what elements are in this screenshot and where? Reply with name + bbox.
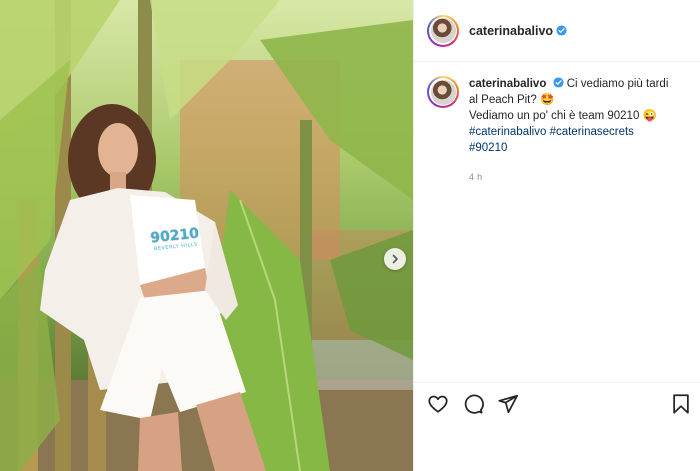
verified-badge-icon — [556, 25, 567, 36]
action-bar — [414, 382, 700, 426]
comment-icon[interactable] — [462, 393, 484, 415]
caption-username[interactable]: caterinabalivo — [469, 78, 546, 90]
caption-comment: caterinabalivo Ci vediamo più tardi al P… — [414, 62, 700, 185]
avatar[interactable] — [427, 14, 459, 47]
next-photo-button[interactable] — [384, 248, 406, 270]
caption-body: caterinabalivo Ci vediamo più tardi al P… — [469, 76, 669, 185]
photo-scene — [0, 0, 413, 471]
hashtag-link[interactable]: #caterinasecrets — [550, 126, 634, 138]
verified-badge-icon — [553, 77, 564, 88]
header-username[interactable]: caterinabalivo — [469, 24, 553, 38]
hashtag-link[interactable]: #caterinabalivo — [469, 126, 546, 138]
share-icon[interactable] — [497, 393, 519, 415]
post-timestamp[interactable]: 4 h — [469, 169, 669, 185]
caption-line-2: Vediamo un po' chi è team 90210 😜 — [469, 110, 657, 122]
instagram-post: 90210 BEVERLY HILLS caterinabalivo cater… — [0, 0, 700, 471]
chevron-right-icon — [392, 254, 398, 264]
post-side-panel: caterinabalivo caterinabalivo Ci vediamo… — [413, 0, 700, 471]
post-photo[interactable]: 90210 BEVERLY HILLS — [0, 0, 413, 471]
hashtag-link[interactable]: #90210 — [469, 142, 507, 154]
heart-icon[interactable] — [427, 393, 449, 415]
post-header: caterinabalivo — [414, 0, 700, 62]
bookmark-icon[interactable] — [670, 393, 692, 415]
caption-avatar[interactable] — [427, 76, 459, 108]
avatar-image — [430, 18, 456, 43]
